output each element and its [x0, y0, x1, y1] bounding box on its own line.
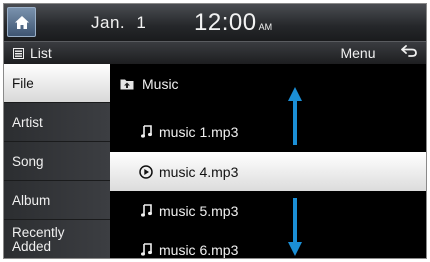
date-month: Jan. — [91, 13, 126, 32]
scroll-down-arrow-icon[interactable] — [288, 198, 302, 256]
music-note-icon — [139, 125, 153, 138]
list-item[interactable]: music 5.mp3 — [110, 191, 426, 230]
category-sidebar: File Artist Song Album Recently Added — [4, 64, 110, 258]
date-day: 1 — [136, 13, 147, 32]
folder-up-icon — [120, 78, 134, 90]
track-name: music 6.mp3 — [159, 241, 239, 258]
music-note-icon — [139, 243, 153, 256]
list-title: List — [13, 45, 52, 61]
sidebar-item-label: Recently Added — [12, 226, 65, 254]
track-name: music 5.mp3 — [159, 202, 239, 219]
sidebar-item-song[interactable]: Song — [4, 142, 110, 181]
list-item[interactable]: music 1.mp3 — [110, 112, 426, 151]
clock-display: 12:00 AM — [194, 9, 272, 37]
sidebar-item-label: File — [12, 75, 34, 91]
folder-name: Music — [142, 76, 179, 92]
media-screen: Jan. 1 12:00 AM List Menu File Artist So… — [3, 3, 427, 259]
file-list: Music music 1.mp3 music 4.mp3 music 5.mp… — [110, 64, 426, 258]
folder-row[interactable]: Music — [110, 64, 426, 104]
home-icon — [14, 15, 30, 30]
track-name: music 1.mp3 — [159, 123, 239, 140]
scroll-up-arrow-icon[interactable] — [288, 87, 302, 145]
sidebar-item-label-line1: Recently — [12, 225, 65, 240]
music-note-icon — [139, 204, 153, 217]
sidebar-item-artist[interactable]: Artist — [4, 103, 110, 142]
status-bar: Jan. 1 12:00 AM — [4, 4, 426, 41]
date-display: Jan. 1 — [91, 13, 146, 33]
home-button[interactable] — [7, 7, 36, 37]
list-label: List — [30, 45, 52, 61]
sidebar-item-label-line2: Added — [12, 239, 52, 254]
sidebar-item-file[interactable]: File — [4, 64, 110, 103]
back-arrow-icon — [400, 44, 418, 62]
list-item[interactable]: music 6.mp3 — [110, 230, 426, 258]
clock-ampm: AM — [258, 22, 273, 32]
list-header-bar: List Menu — [4, 41, 426, 64]
sidebar-item-label: Song — [12, 153, 44, 169]
menu-button[interactable]: Menu — [330, 43, 386, 63]
play-circle-icon — [139, 164, 153, 179]
back-button[interactable] — [394, 43, 424, 63]
clock-time: 12:00 — [194, 9, 257, 36]
sidebar-item-label: Artist — [12, 114, 43, 130]
sidebar-item-label: Album — [12, 192, 51, 208]
sidebar-item-album[interactable]: Album — [4, 181, 110, 220]
track-name: music 4.mp3 — [159, 163, 239, 180]
list-item-selected[interactable]: music 4.mp3 — [110, 152, 426, 191]
sidebar-item-recently-added[interactable]: Recently Added — [4, 220, 110, 258]
list-icon — [13, 47, 24, 59]
